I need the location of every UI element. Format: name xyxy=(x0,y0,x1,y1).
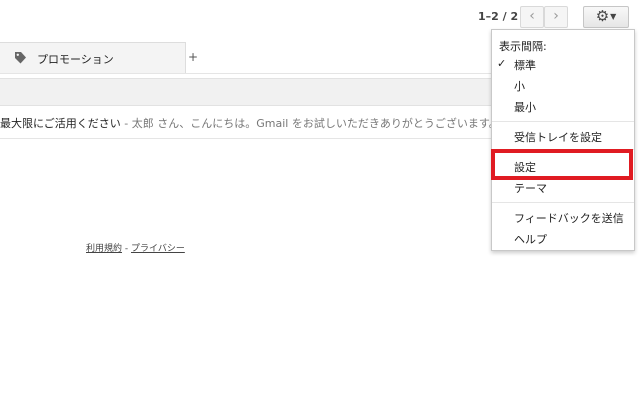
list-toolbar-bar xyxy=(0,78,492,106)
help-item[interactable]: ヘルプ xyxy=(514,231,547,247)
footer-separator: - xyxy=(122,244,131,254)
email-snippet: - 太郎 さん、こんにちは。Gmail をお試しいただきありがとうございます。快… xyxy=(124,117,492,130)
menu-divider xyxy=(492,202,634,203)
chevron-right-icon: › xyxy=(553,8,559,24)
density-heading: 表示間隔: xyxy=(499,40,547,53)
tag-icon xyxy=(15,52,26,64)
density-option-compact[interactable]: 最小 xyxy=(514,99,536,115)
density-option-cozy[interactable]: 小 xyxy=(514,78,525,94)
email-row[interactable]: 最大限にご活用ください - 太郎 さん、こんにちは。Gmail をお試しいただき… xyxy=(0,114,492,139)
terms-link[interactable]: 利用規約 xyxy=(86,244,122,254)
email-subject: 最大限にご活用ください xyxy=(0,117,121,130)
privacy-link[interactable]: プライバシー xyxy=(131,244,185,254)
settings-dropdown-menu: 表示間隔: ✓ 標準 小 最小 受信トレイを設定 設定 テーマ フィードバックを… xyxy=(491,29,635,251)
chevron-left-icon: ‹ xyxy=(529,8,535,24)
footer-links: 利用規約 - プライバシー xyxy=(86,241,185,254)
pagination-count: 1–2 / 2 xyxy=(478,10,519,23)
add-tab-button[interactable]: + xyxy=(186,42,200,73)
newer-button[interactable]: ‹ xyxy=(520,6,544,28)
highlight-box xyxy=(491,149,633,180)
tab-promotions[interactable]: プロモーション xyxy=(0,42,186,73)
settings-item[interactable]: 設定 xyxy=(514,159,536,175)
checkmark-icon: ✓ xyxy=(497,57,507,70)
gear-icon: ⚙ xyxy=(595,7,610,25)
density-option-comfortable[interactable]: 標準 xyxy=(514,57,536,73)
tab-label: プロモーション xyxy=(37,53,114,66)
settings-button[interactable]: ⚙▼ xyxy=(583,6,629,28)
themes-item[interactable]: テーマ xyxy=(514,180,547,196)
caret-down-icon: ▼ xyxy=(610,12,617,21)
older-button[interactable]: › xyxy=(544,6,568,28)
tabs-divider xyxy=(0,73,492,74)
menu-divider xyxy=(492,121,634,122)
send-feedback-item[interactable]: フィードバックを送信 xyxy=(514,210,624,226)
configure-inbox-item[interactable]: 受信トレイを設定 xyxy=(514,129,602,145)
